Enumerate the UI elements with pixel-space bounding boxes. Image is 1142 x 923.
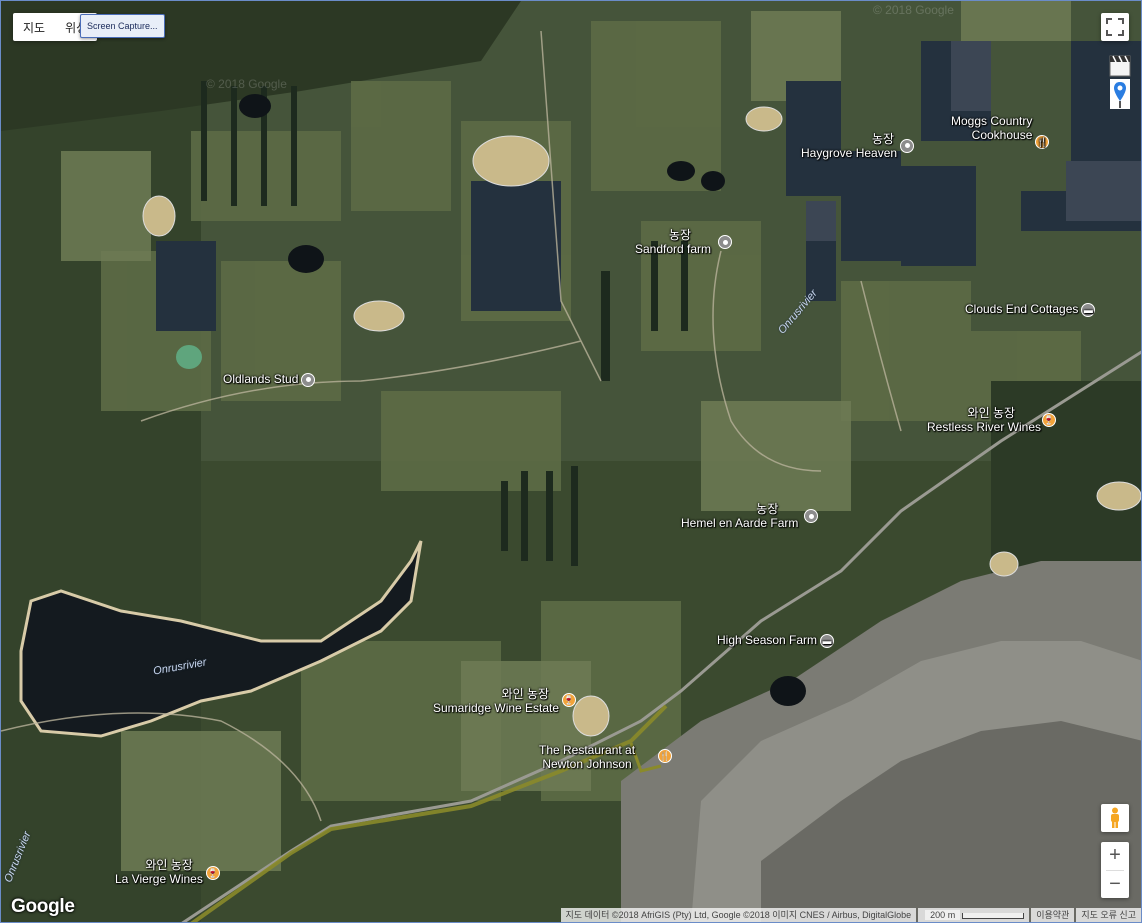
restaurant-icon: 🍴 <box>1035 135 1050 150</box>
terms-link[interactable]: 이용약관 <box>1031 908 1075 922</box>
winery-icon: 🍷 <box>562 693 576 707</box>
place-highseason[interactable]: High Season Farm ▬ <box>717 633 835 648</box>
place-name: Moggs Country Cookhouse <box>951 114 1033 142</box>
place-newton[interactable]: The Restaurant at Newton Johnson <box>539 743 635 771</box>
zoom-control: + − <box>1101 842 1129 898</box>
attribution-text: 지도 데이터 ©2018 AfriGIS (Pty) Ltd, Google ©… <box>560 908 917 922</box>
side-tools <box>1109 55 1131 111</box>
place-clouds[interactable]: Clouds End Cottages ▬ <box>965 302 1096 317</box>
marker-pin-icon[interactable] <box>1110 79 1130 109</box>
scale-label: 200 m <box>925 910 961 920</box>
place-name: Sandford farm <box>635 242 712 256</box>
fullscreen-button[interactable] <box>1101 13 1129 41</box>
winery-icon: 🍷 <box>1042 413 1056 427</box>
place-hemel[interactable]: 농장 Hemel en Aarde Farm <box>681 502 798 530</box>
clapperboard-icon[interactable] <box>1109 55 1131 77</box>
map-canvas[interactable]: © 2018 Google © 2018 Google Onrusrivier … <box>0 0 1142 923</box>
place-name: Restless River Wines <box>927 420 1042 434</box>
place-category: 농장 <box>668 228 692 242</box>
map-footer: 지도 데이터 ©2018 AfriGIS (Pty) Ltd, Google ©… <box>559 908 1141 922</box>
pegman-icon <box>1111 807 1119 828</box>
place-name: Clouds End Cottages <box>965 302 1079 316</box>
google-logo[interactable]: Google <box>11 896 75 918</box>
place-name: Sumaridge Wine Estate <box>433 701 560 715</box>
minus-icon: − <box>1109 872 1121 895</box>
place-name: Oldlands Stud <box>223 372 299 386</box>
farm-icon <box>718 235 732 249</box>
place-moggs[interactable]: Moggs Country Cookhouse🍴 <box>951 114 1050 150</box>
street-view-pegman[interactable] <box>1101 804 1129 832</box>
place-name: The Restaurant at Newton Johnson <box>539 743 636 771</box>
fullscreen-icon <box>1106 18 1124 36</box>
report-error-link[interactable]: 지도 오류 신고 <box>1076 908 1141 922</box>
place-category: 농장 <box>871 132 895 146</box>
place-category: 와인 농장 <box>145 858 193 872</box>
place-oldlands[interactable]: Oldlands Stud <box>223 372 316 387</box>
place-category: 와인 농장 <box>501 687 550 701</box>
screen-capture-button[interactable]: Screen Capture... <box>80 14 165 38</box>
farm-icon <box>804 509 818 523</box>
place-sumaridge[interactable]: 와인 농장 Sumaridge Wine Estate <box>433 687 559 715</box>
plus-icon: + <box>1109 844 1121 867</box>
watermark: © 2018 Google <box>873 3 954 17</box>
zoom-in-button[interactable]: + <box>1101 842 1129 870</box>
lodging-icon: ▬ <box>820 633 835 648</box>
place-name: High Season Farm <box>717 633 818 647</box>
place-category: 와인 농장 <box>967 406 1016 420</box>
lodging-icon: ▬ <box>1081 302 1096 317</box>
farm-icon <box>900 138 915 153</box>
place-haygrove[interactable]: 농장 Haygrove Heaven <box>801 132 915 160</box>
watermark: © 2018 Google <box>206 77 287 91</box>
place-sandford[interactable]: 농장 Sandford farm <box>635 228 711 256</box>
place-category: 농장 <box>756 502 779 516</box>
place-lavierge[interactable]: 와인 농장 La Vierge Wines <box>115 858 203 886</box>
place-name: La Vierge Wines <box>115 872 203 886</box>
place-name: Haygrove Heaven <box>801 146 898 160</box>
zoom-out-button[interactable]: − <box>1101 871 1129 899</box>
map-type-map-button[interactable]: 지도 <box>13 19 55 36</box>
winery-icon: 🍷 <box>206 866 220 880</box>
place-name: Hemel en Aarde Farm <box>681 516 799 530</box>
place-restless[interactable]: 와인 농장 Restless River Wines <box>927 406 1041 434</box>
scale-control[interactable]: 200 m <box>918 908 1030 922</box>
farm-icon <box>301 372 316 387</box>
restaurant-icon: 🍴 <box>658 749 672 763</box>
scale-bar <box>962 912 1025 919</box>
